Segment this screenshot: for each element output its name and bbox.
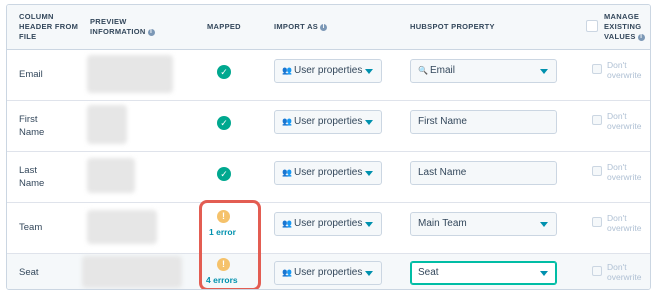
users-icon: 👥 [282,168,292,177]
caret-down-icon [365,271,373,276]
dont-overwrite-label: Don't overwrite [607,60,642,80]
errors-highlight-box [199,200,261,289]
dont-overwrite-label: Don't overwrite [607,111,642,131]
dont-overwrite-checkbox[interactable] [592,266,602,276]
header-import-as: IMPORT AS i [274,22,328,32]
dont-overwrite-label: Don't overwrite [607,213,642,233]
check-icon: ✓ [217,116,231,130]
column-name: Team [19,222,43,233]
info-icon[interactable]: i [637,33,645,41]
preview-blurred [87,158,135,193]
column-name: Seat [19,267,39,278]
dont-overwrite-checkbox[interactable] [592,217,602,227]
manage-all-checkbox[interactable] [586,20,598,32]
hubspot-property-value: Main Team [418,218,467,229]
header-mapped: MAPPED [207,22,241,31]
header-preview-label: PREVIEW INFORMATION [90,17,146,36]
header-import-as-label: IMPORT AS [274,22,319,31]
import-as-value: User properties [294,167,363,178]
header-preview-information: PREVIEW INFORMATION i [90,17,180,37]
import-as-select[interactable]: 👥 User properties [274,261,382,285]
check-icon: ✓ [217,65,231,79]
caret-down-icon [540,271,548,276]
dont-overwrite-label: Don't overwrite [607,162,642,182]
info-icon[interactable]: i [320,23,328,31]
preview-blurred [87,55,173,93]
dont-overwrite-checkbox[interactable] [592,115,602,125]
preview-blurred [87,210,157,244]
hubspot-property-select[interactable]: First Name [410,110,557,134]
table-row: Last Name ✓ 👥 User properties Last Name … [7,152,650,203]
caret-down-icon [540,69,548,74]
column-name: First Name [19,114,45,138]
column-name: Email [19,69,43,80]
dont-overwrite-checkbox[interactable] [592,64,602,74]
header-manage-existing: MANAGE EXISTING VALUES i [604,12,649,42]
table-header: COLUMN HEADER FROM FILE PREVIEW INFORMAT… [7,5,650,50]
info-icon[interactable]: i [147,28,155,36]
table-row: Seat ! 4 errors 👥 User properties Seat D… [7,254,650,289]
header-manage-label: MANAGE EXISTING VALUES [604,12,642,41]
column-name: Last Name [19,165,45,189]
users-icon: 👥 [282,268,292,277]
import-as-value: User properties [294,116,363,127]
header-column-from-file: COLUMN HEADER FROM FILE [19,12,79,41]
hubspot-property-select[interactable]: 🔍 Email [410,59,557,83]
table-row: First Name ✓ 👥 User properties First Nam… [7,101,650,152]
dont-overwrite-checkbox[interactable] [592,166,602,176]
import-as-select[interactable]: 👥 User properties [274,59,382,83]
caret-down-icon [365,69,373,74]
import-as-value: User properties [294,65,363,76]
users-icon: 👥 [282,117,292,126]
dont-overwrite-label: Don't overwrite [607,262,642,282]
hubspot-property-value: Last Name [418,167,467,178]
hubspot-property-select[interactable]: Last Name [410,161,557,185]
hubspot-property-select[interactable]: Seat [410,261,557,285]
caret-down-icon [365,120,373,125]
import-as-select[interactable]: 👥 User properties [274,212,382,236]
import-as-value: User properties [294,267,363,278]
users-icon: 👥 [282,66,292,75]
preview-blurred [82,256,182,288]
hubspot-property-select[interactable]: Main Team [410,212,557,236]
users-icon: 👥 [282,219,292,228]
import-as-select[interactable]: 👥 User properties [274,110,382,134]
import-mapping-table: COLUMN HEADER FROM FILE PREVIEW INFORMAT… [6,4,651,290]
hubspot-property-value: Seat [418,267,439,278]
search-icon: 🔍 [418,66,428,75]
caret-down-icon [365,171,373,176]
table-row: Team ! 1 error 👥 User properties Main Te… [7,203,650,254]
hubspot-property-value: First Name [418,116,467,127]
preview-blurred [87,105,127,144]
hubspot-property-value: Email [430,65,456,76]
import-as-value: User properties [294,218,363,229]
table-row: Email ✓ 👥 User properties 🔍 Email Don't … [7,50,650,101]
header-hubspot-property: HUBSPOT PROPERTY [410,22,495,31]
check-icon: ✓ [217,167,231,181]
import-as-select[interactable]: 👥 User properties [274,161,382,185]
caret-down-icon [365,222,373,227]
caret-down-icon [540,222,548,227]
